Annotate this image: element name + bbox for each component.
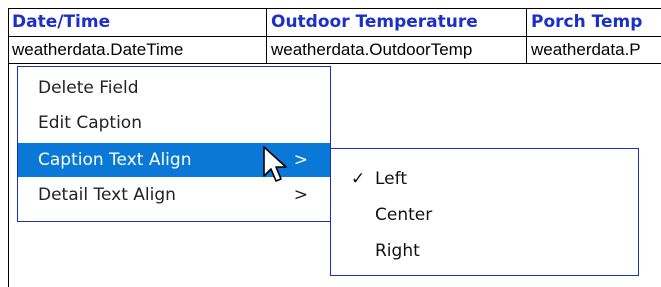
submenu-item-left[interactable]: ✓ Left: [331, 161, 638, 197]
submenu-item-label: Right: [375, 241, 420, 261]
submenu-item-label: Left: [375, 169, 407, 189]
column-header-porch-temp[interactable]: Porch Temp: [528, 9, 661, 35]
column-header-datetime[interactable]: Date/Time: [9, 9, 265, 35]
column-header-outdoor-temperature[interactable]: Outdoor Temperature: [268, 9, 525, 35]
submenu-arrow-icon: >: [293, 150, 308, 170]
submenu-caption-align: ✓ Left Center Right: [330, 148, 639, 276]
menu-item-edit-caption[interactable]: Edit Caption: [18, 106, 330, 140]
menu-item-label: Caption Text Align: [38, 150, 192, 170]
menu-item-delete-field[interactable]: Delete Field: [18, 71, 330, 105]
column-divider: [266, 8, 267, 64]
table-divider: [8, 63, 661, 64]
submenu-item-label: Center: [375, 205, 433, 225]
context-menu: Delete Field Edit Caption Caption Text A…: [17, 66, 331, 222]
field-cell-outdoor-temperature[interactable]: weatherdata.OutdoorTemp: [268, 38, 525, 62]
field-cell-datetime[interactable]: weatherdata.DateTime: [9, 38, 265, 62]
column-divider: [526, 8, 527, 64]
checkmark-icon: ✓: [351, 169, 366, 189]
submenu-item-right[interactable]: Right: [331, 233, 638, 269]
arrow-pointer-icon: [263, 146, 287, 182]
menu-item-label: Delete Field: [38, 78, 139, 98]
menu-item-label: Detail Text Align: [38, 185, 176, 205]
menu-item-label: Edit Caption: [38, 113, 142, 133]
submenu-arrow-icon: >: [293, 185, 308, 205]
table-divider: [8, 36, 661, 37]
submenu-item-center[interactable]: Center: [331, 197, 638, 233]
field-cell-porch-temp[interactable]: weatherdata.P: [528, 38, 661, 62]
